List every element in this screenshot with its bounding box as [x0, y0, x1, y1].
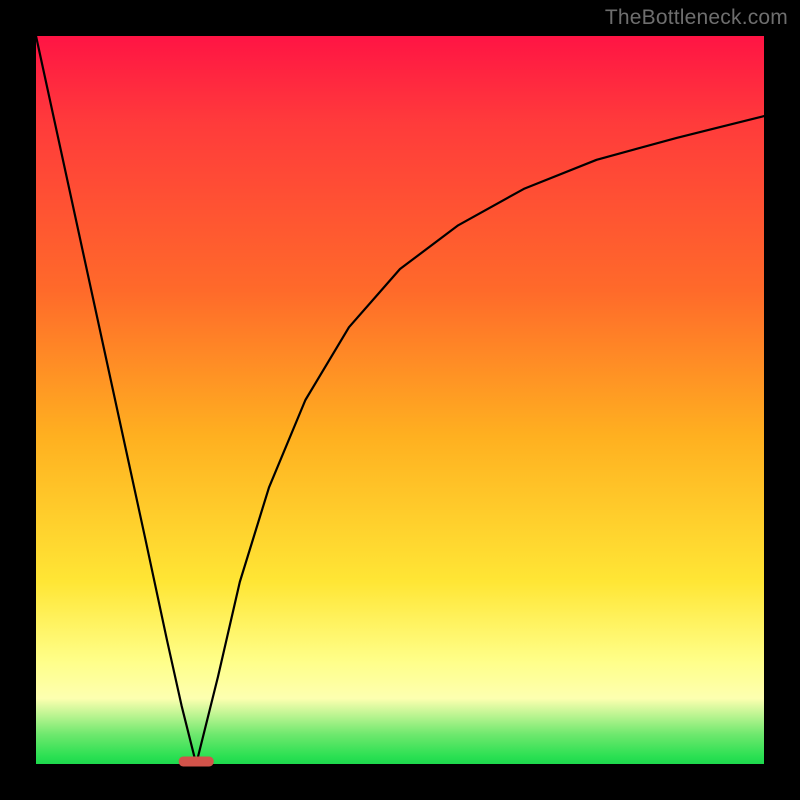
- chart-frame: TheBottleneck.com: [0, 0, 800, 800]
- curve-svg: [36, 36, 764, 764]
- bottleneck-curve: [36, 36, 764, 764]
- watermark-text: TheBottleneck.com: [605, 6, 788, 30]
- minimum-marker: [179, 757, 213, 766]
- plot-area: [36, 36, 764, 764]
